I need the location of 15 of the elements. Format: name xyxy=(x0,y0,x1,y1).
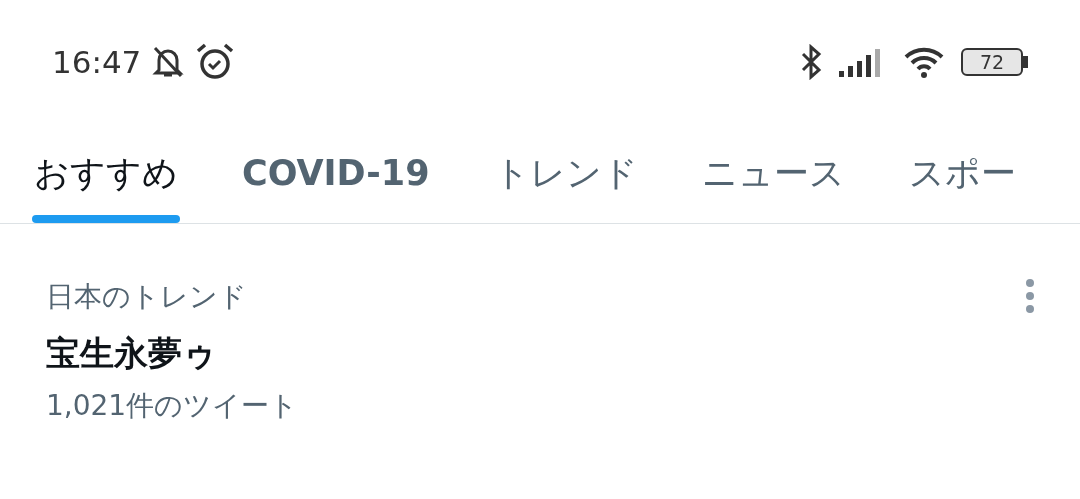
wifi-icon xyxy=(903,45,945,79)
tab[interactable]: スポー xyxy=(908,124,1016,223)
bluetooth-icon xyxy=(799,44,823,80)
alarm-clock-icon xyxy=(195,43,236,81)
more-options-icon[interactable] xyxy=(1025,278,1035,314)
battery-level: 72 xyxy=(961,48,1023,76)
trend-title[interactable]: 宝生永夢ゥ xyxy=(46,328,299,379)
battery-tip-icon xyxy=(1023,56,1028,68)
tab[interactable]: トレンド xyxy=(493,124,638,223)
tweet-count: 1,021件のツイート xyxy=(46,388,299,424)
tab[interactable]: ニュース xyxy=(701,124,845,223)
tab[interactable]: おすすめ xyxy=(34,124,178,223)
clock-time: 16:47 xyxy=(52,42,142,82)
trend-context: 日本のトレンド xyxy=(46,279,248,315)
tab[interactable]: COVID-19 xyxy=(242,124,430,223)
